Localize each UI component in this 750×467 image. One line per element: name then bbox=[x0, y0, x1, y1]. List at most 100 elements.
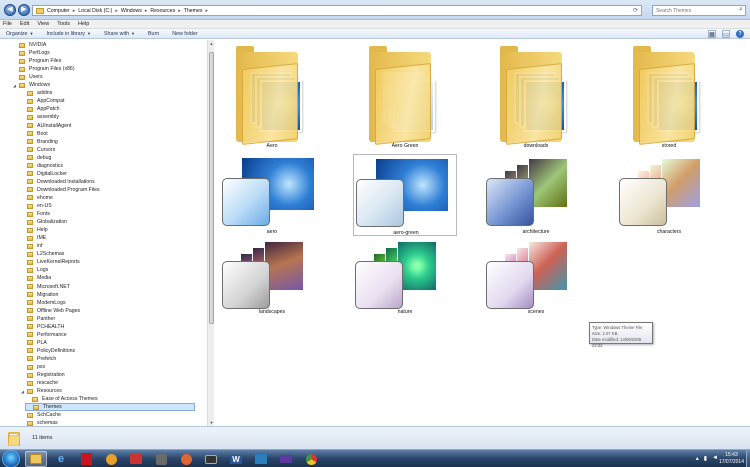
tree-item[interactable]: AUInstallAgent bbox=[20, 122, 71, 130]
breadcrumb-item[interactable]: Windows bbox=[121, 8, 142, 14]
taskbar-app-button[interactable] bbox=[275, 451, 297, 467]
theme-item[interactable]: aero-green bbox=[353, 154, 457, 236]
menu-view[interactable]: View bbox=[37, 21, 49, 27]
taskbar-media-button[interactable] bbox=[100, 451, 122, 467]
theme-item[interactable]: scenes bbox=[484, 237, 588, 317]
search-input[interactable] bbox=[653, 6, 733, 15]
tree-item[interactable]: ehome bbox=[20, 194, 53, 202]
theme-item[interactable]: architecture bbox=[484, 154, 588, 236]
tree-item[interactable]: Logs bbox=[20, 266, 48, 274]
show-desktop-button[interactable] bbox=[746, 450, 750, 467]
breadcrumb-item[interactable]: Themes bbox=[184, 8, 203, 14]
tree-item[interactable]: PolicyDefinitions bbox=[20, 347, 75, 355]
tree-item[interactable]: PLA bbox=[20, 339, 47, 347]
tree-item[interactable]: assembly bbox=[20, 113, 59, 121]
tree-item[interactable]: Branding bbox=[20, 138, 58, 146]
tree-item[interactable]: ◢ Windows bbox=[12, 81, 50, 89]
tree-item[interactable]: Fonts bbox=[20, 210, 50, 218]
tree-item[interactable]: Performance bbox=[20, 331, 67, 339]
search-icon[interactable]: ⌕ bbox=[739, 6, 743, 14]
scrollbar-thumb[interactable] bbox=[209, 52, 214, 324]
tree-item[interactable]: PerfLogs bbox=[12, 49, 50, 57]
taskbar-word-button[interactable]: W bbox=[225, 451, 247, 467]
tree-item[interactable]: debug bbox=[20, 154, 51, 162]
tree-item[interactable]: Program Files (x86) bbox=[12, 65, 75, 73]
tree-item[interactable]: Microsoft.NET bbox=[20, 283, 70, 291]
volume-icon[interactable]: ◄ bbox=[712, 455, 718, 462]
tree-item[interactable]: Globalization bbox=[20, 218, 67, 226]
tree-item[interactable]: Migration bbox=[20, 291, 58, 299]
theme-item[interactable]: characters bbox=[617, 154, 721, 236]
tree-item[interactable]: Ease of Access Themes bbox=[25, 395, 98, 403]
navigation-scrollbar[interactable]: ▲ ▼ bbox=[207, 40, 214, 426]
tree-item[interactable]: Offline Web Pages bbox=[20, 307, 80, 315]
start-button[interactable] bbox=[2, 450, 20, 467]
folder-item[interactable]: stored bbox=[617, 42, 721, 152]
address-input[interactable]: Computer ▸ Local Disk (C:) ▸ Windows ▸ Reso… bbox=[32, 5, 642, 16]
theme-item[interactable]: landscapes bbox=[220, 237, 324, 317]
tree-item[interactable]: diagnostics bbox=[20, 162, 63, 170]
folder-item[interactable]: Aero Green bbox=[353, 42, 457, 152]
tree-item[interactable]: Cursors bbox=[20, 146, 55, 154]
tree-item[interactable]: rescache bbox=[20, 379, 58, 387]
tree-item[interactable]: SchCache bbox=[20, 411, 61, 419]
tree-item[interactable]: AppPatch bbox=[20, 105, 60, 113]
breadcrumb-item[interactable]: Local Disk (C:) bbox=[78, 8, 112, 14]
tree-item[interactable]: inf bbox=[20, 242, 42, 250]
change-view-icon[interactable]: ▦ bbox=[708, 30, 716, 38]
tree-item[interactable]: Themes bbox=[25, 403, 195, 412]
tree-item[interactable]: schemas bbox=[20, 419, 58, 426]
menu-edit[interactable]: Edit bbox=[20, 21, 29, 27]
scroll-up-icon[interactable]: ▲ bbox=[208, 40, 215, 47]
tree-item[interactable]: PCHEALTH bbox=[20, 323, 64, 331]
help-icon[interactable]: ? bbox=[736, 30, 744, 38]
taskbar-app-button[interactable] bbox=[175, 451, 197, 467]
taskbar-chrome-button[interactable] bbox=[300, 451, 322, 467]
tree-item[interactable]: en-US bbox=[20, 202, 52, 210]
tree-item[interactable]: ◢ Resources bbox=[20, 387, 62, 395]
tree-item[interactable]: Prefetch bbox=[20, 355, 56, 363]
tree-item[interactable]: Media bbox=[20, 274, 51, 282]
taskbar-ie-button[interactable]: e bbox=[50, 451, 72, 467]
tree-item[interactable]: Program Files bbox=[12, 57, 61, 65]
tree-item[interactable]: NVIDIA bbox=[12, 41, 46, 49]
taskbar-camera-button[interactable] bbox=[200, 451, 222, 467]
tree-item[interactable]: ModemLogs bbox=[20, 299, 66, 307]
show-hidden-icons-icon[interactable]: ▴ bbox=[696, 455, 699, 462]
tree-item[interactable]: addins bbox=[20, 89, 52, 97]
tree-item[interactable]: Registration bbox=[20, 371, 65, 379]
breadcrumb-item[interactable]: Computer bbox=[47, 8, 70, 14]
taskbar-acrobat-button[interactable] bbox=[75, 451, 97, 467]
preview-pane-icon[interactable]: ▭ bbox=[722, 30, 730, 38]
taskbar-app-button[interactable] bbox=[125, 451, 147, 467]
network-icon[interactable]: ▮ bbox=[704, 455, 707, 462]
menu-tools[interactable]: Tools bbox=[57, 21, 70, 27]
scroll-down-icon[interactable]: ▼ bbox=[208, 419, 215, 426]
tree-item[interactable]: Help bbox=[20, 226, 48, 234]
expand-arrow-down-icon[interactable]: ◢ bbox=[20, 389, 25, 394]
theme-item[interactable]: aero bbox=[220, 154, 324, 236]
expand-arrow-down-icon[interactable]: ◢ bbox=[12, 83, 17, 88]
folder-item[interactable]: Aero bbox=[220, 42, 324, 152]
taskbar-explorer-button[interactable] bbox=[25, 451, 47, 467]
new-folder-button[interactable]: New folder bbox=[172, 31, 197, 37]
back-icon[interactable]: ◀ bbox=[4, 4, 16, 16]
share-with-button[interactable]: Share with ▼ bbox=[104, 31, 135, 37]
tree-item[interactable]: Users bbox=[12, 73, 43, 81]
tree-item[interactable]: Panther bbox=[20, 315, 55, 323]
forward-icon[interactable]: ▶ bbox=[18, 4, 30, 16]
menu-help[interactable]: Help bbox=[78, 21, 89, 27]
tree-item[interactable]: Downloaded Program Files bbox=[20, 186, 100, 194]
taskbar-app-button[interactable] bbox=[150, 451, 172, 467]
tree-item[interactable]: IME bbox=[20, 234, 46, 242]
tree-item[interactable]: Boot bbox=[20, 130, 48, 138]
folder-item[interactable]: downloads bbox=[484, 42, 588, 152]
burn-button[interactable]: Burn bbox=[148, 31, 159, 37]
organize-button[interactable]: Organize ▼ bbox=[6, 31, 33, 37]
tree-item[interactable]: Downloaded Installations bbox=[20, 178, 95, 186]
tree-item[interactable]: DigitalLocker bbox=[20, 170, 67, 178]
tree-item[interactable]: pss bbox=[20, 363, 45, 371]
tree-item[interactable]: AppCompat bbox=[20, 97, 64, 105]
tree-item[interactable]: L2Schemas bbox=[20, 250, 64, 258]
tree-item[interactable]: LiveKernelReports bbox=[20, 258, 80, 266]
